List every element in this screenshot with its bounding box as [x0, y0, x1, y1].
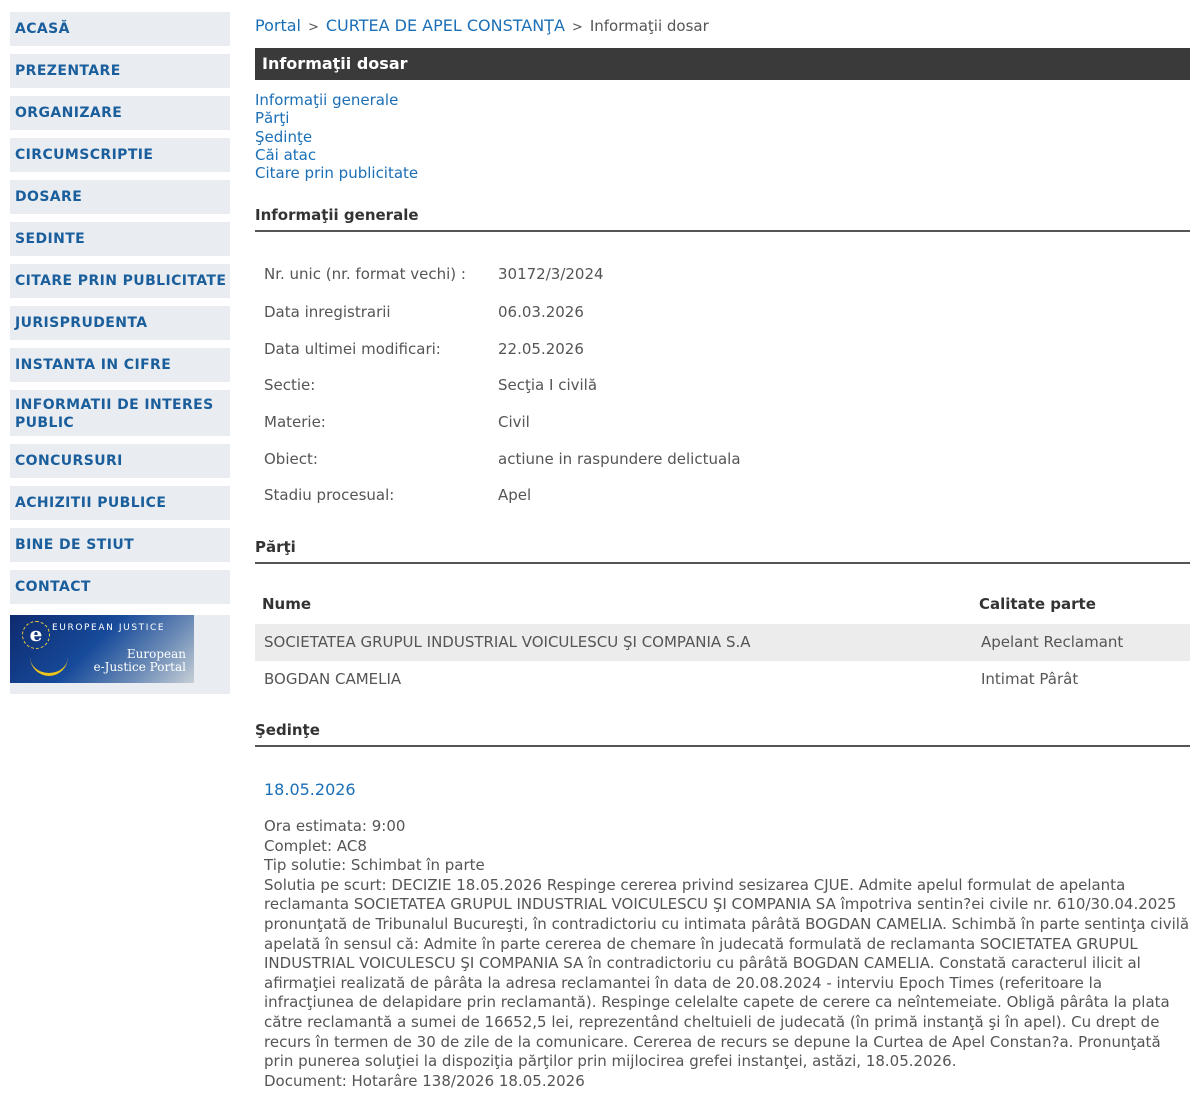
section-heading-parti: Părţi: [255, 538, 1190, 564]
info-label: Stadiu procesual:: [264, 486, 395, 504]
page-title: Informaţii dosar: [255, 48, 1190, 80]
session-date-link[interactable]: 18.05.2026: [264, 780, 356, 799]
sidebar-item-citare[interactable]: CITARE PRIN PUBLICITATE: [10, 264, 230, 298]
sidebar-item-instanta-in-cifre[interactable]: INSTANTA IN CIFRE: [10, 348, 230, 382]
party-name: BOGDAN CAMELIA: [264, 670, 402, 688]
column-header-nume: Nume: [262, 595, 312, 613]
sidebar-item-jurisprudenta[interactable]: JURISPRUDENTA: [10, 306, 230, 340]
sidebar-item-concursuri[interactable]: CONCURSURI: [10, 444, 230, 478]
anchor-informatii-generale[interactable]: Informaţii generale: [255, 91, 418, 109]
sidebar-item-prezentare[interactable]: PREZENTARE: [10, 54, 230, 88]
breadcrumb-sep: >: [307, 20, 319, 35]
sidebar-item-contact[interactable]: CONTACT: [10, 570, 230, 604]
info-value: Apel: [498, 486, 532, 504]
table-row: BOGDAN CAMELIA Intimat Pârât: [255, 661, 1190, 698]
ejustice-banner-container: e EUROPEAN JUSTICE European e-Justice Po…: [10, 615, 230, 694]
sidebar-item-circumscriptie[interactable]: CIRCUMSCRIPTIE: [10, 138, 230, 172]
info-value: Civil: [498, 413, 530, 431]
sidebar-item-bine-de-stiut[interactable]: BINE DE STIUT: [10, 528, 230, 562]
info-label: Obiect:: [264, 450, 318, 468]
section-heading-sedinte: Şedinţe: [255, 721, 1190, 747]
anchor-cai-atac[interactable]: Căi atac: [255, 146, 418, 164]
sidebar-nav: ACASĂ PREZENTARE ORGANIZARE CIRCUMSCRIPT…: [10, 12, 230, 612]
session-tip-solutie: Tip solutie: Schimbat în parte: [264, 856, 485, 875]
sidebar-item-acasa[interactable]: ACASĂ: [10, 12, 230, 46]
breadcrumb-sep: >: [571, 20, 583, 35]
section-anchor-links: Informaţii generale Părţi Şedinţe Căi at…: [255, 91, 418, 182]
party-role: Apelant Reclamant: [981, 633, 1124, 651]
info-value: 30172/3/2024: [498, 265, 604, 283]
table-row: SOCIETATEA GRUPUL INDUSTRIAL VOICULESCU …: [255, 624, 1190, 661]
session-document: Document: Hotarâre 138/2026 18.05.2026: [264, 1071, 585, 1090]
breadcrumb-portal-link[interactable]: Portal: [255, 16, 301, 35]
breadcrumb-current: Informaţii dosar: [589, 17, 709, 35]
info-label: Data ultimei modificari:: [264, 340, 441, 358]
info-value: 06.03.2026: [498, 303, 584, 321]
anchor-parti[interactable]: Părţi: [255, 109, 418, 127]
sidebar-item-informatii-interes-public[interactable]: INFORMATII DE INTERES PUBLIC: [10, 390, 230, 436]
info-label: Nr. unic (nr. format vechi) :: [264, 265, 466, 283]
section-heading-general: Informaţii generale: [255, 206, 1190, 232]
party-name: SOCIETATEA GRUPUL INDUSTRIAL VOICULESCU …: [264, 633, 751, 651]
info-value: actiune in raspundere delictuala: [498, 450, 741, 468]
breadcrumb-court-link[interactable]: CURTEA DE APEL CONSTANŢA: [326, 16, 565, 35]
session-complet: Complet: AC8: [264, 836, 367, 855]
breadcrumb: Portal > CURTEA DE APEL CONSTANŢA > Informaţ…: [255, 16, 709, 35]
party-role: Intimat Pârât: [981, 670, 1079, 688]
sidebar-item-sedinte[interactable]: SEDINTE: [10, 222, 230, 256]
sidebar-item-dosare[interactable]: DOSARE: [10, 180, 230, 214]
banner-line2: e-Justice Portal: [93, 660, 186, 674]
european-justice-logo-icon: e: [22, 621, 50, 649]
banner-portal-text: European e-Justice Portal: [93, 648, 186, 674]
info-label: Data inregistrarii: [264, 303, 391, 321]
info-value: Secţia I civilă: [498, 376, 598, 394]
anchor-sedinte[interactable]: Şedinţe: [255, 128, 418, 146]
session-ora: Ora estimata: 9:00: [264, 817, 406, 835]
scales-icon: [30, 653, 68, 676]
session-solutie: Solutia pe scurt: DECIZIE 18.05.2026 Res…: [264, 875, 1190, 1071]
info-value: 22.05.2026: [498, 340, 584, 358]
parties-table-header: Nume Calitate parte: [255, 586, 1190, 624]
anchor-citare[interactable]: Citare prin publicitate: [255, 164, 418, 182]
banner-top-text: EUROPEAN JUSTICE: [52, 623, 166, 633]
info-label: Materie:: [264, 413, 326, 431]
sidebar-item-achizitii[interactable]: ACHIZITII PUBLICE: [10, 486, 230, 520]
session-details: Ora estimata: 9:00 Complet: AC8 Tip solu…: [264, 817, 1190, 1091]
ejustice-portal-banner[interactable]: e EUROPEAN JUSTICE European e-Justice Po…: [10, 615, 194, 683]
column-header-calitate: Calitate parte: [979, 595, 1096, 613]
info-label: Sectie:: [264, 376, 316, 394]
sidebar-item-organizare[interactable]: ORGANIZARE: [10, 96, 230, 130]
